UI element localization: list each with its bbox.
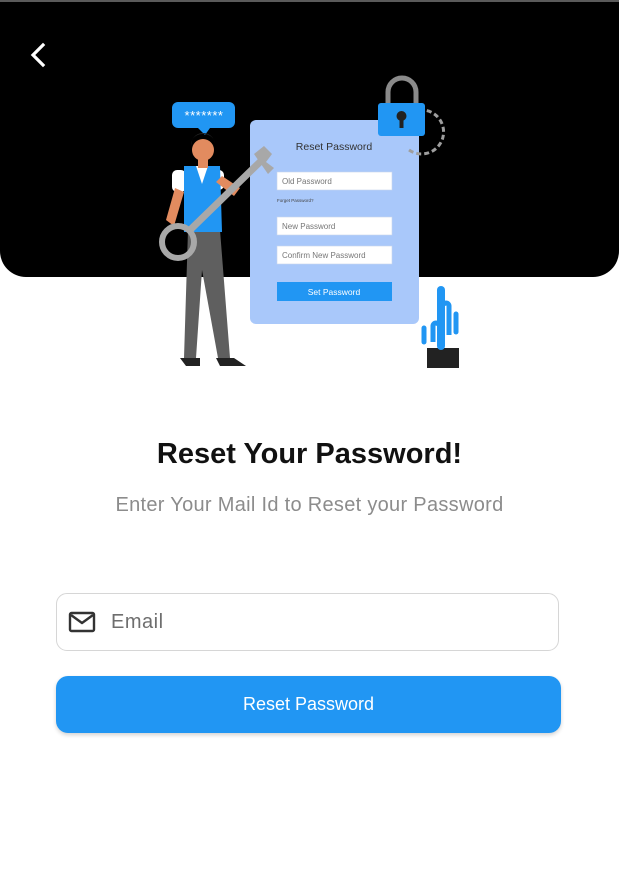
reset-card: Reset Password Old Password Forget Passw…	[250, 120, 419, 324]
old-password-placeholder: Old Password	[282, 177, 332, 186]
back-button[interactable]	[22, 38, 56, 72]
page-title: Reset Your Password!	[156, 438, 463, 470]
person-figure	[166, 132, 246, 366]
page-subtitle: Enter Your Mail Id to Reset your Passwor…	[115, 494, 504, 516]
reset-password-illustration: ******* Reset Password Old Password Forg…	[159, 75, 459, 368]
chevron-left-icon	[30, 42, 46, 68]
confirm-password-placeholder: Confirm New Password	[282, 251, 366, 260]
set-password-mini-label: Set Password	[308, 287, 361, 297]
new-password-placeholder: New Password	[282, 222, 335, 231]
card-title: Reset Password	[296, 141, 373, 153]
speech-bubble: *******	[172, 102, 235, 135]
reset-password-button[interactable]: Reset Password	[56, 676, 561, 733]
email-field[interactable]	[56, 593, 559, 651]
mail-icon	[68, 611, 96, 633]
forgot-password-link: Forget Password?	[277, 198, 314, 203]
bubble-text: *******	[185, 108, 224, 123]
cactus-icon	[421, 286, 459, 368]
email-input[interactable]	[111, 594, 541, 650]
